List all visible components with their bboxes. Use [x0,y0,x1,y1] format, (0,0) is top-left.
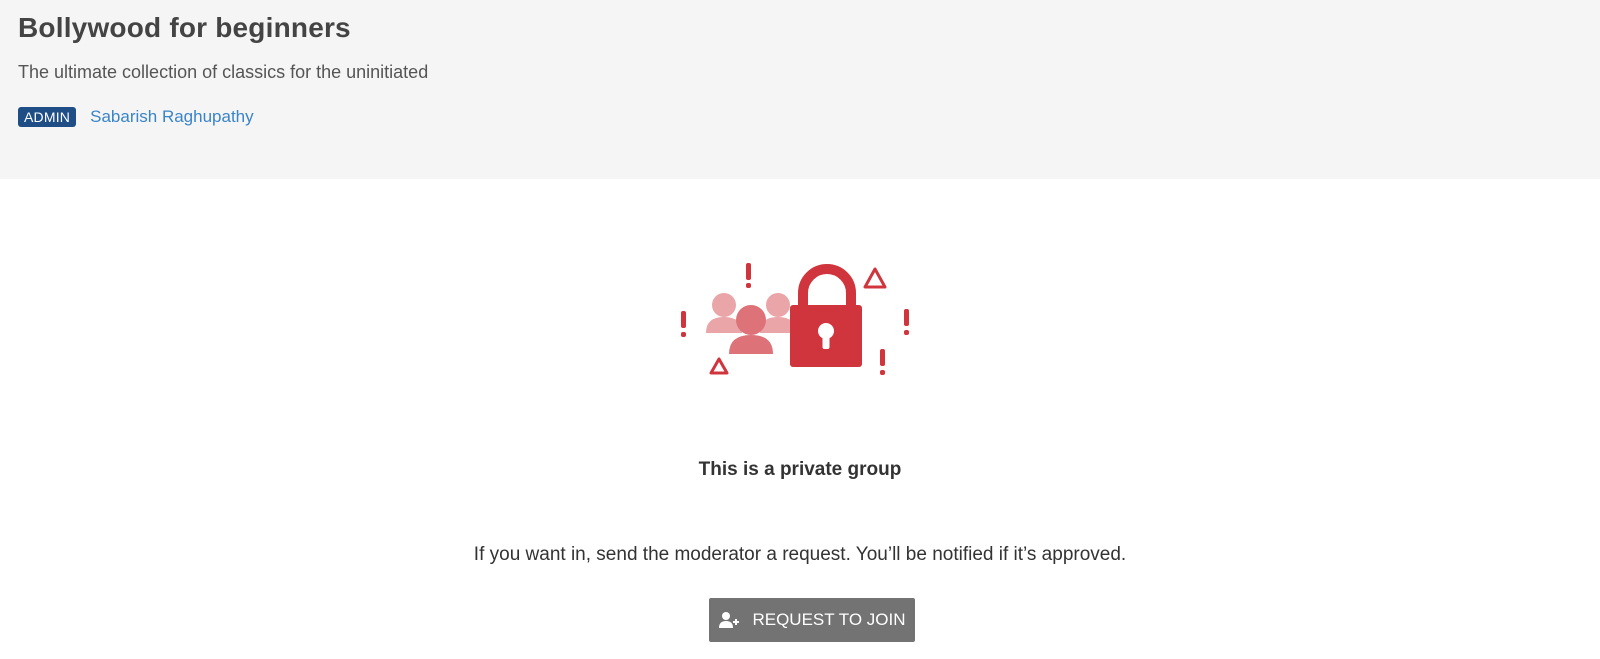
private-group-illustration [672,255,922,395]
private-group-heading: This is a private group [698,459,902,480]
group-description: The ultimate collection of classics for … [18,62,429,82]
request-to-join-button[interactable]: REQUEST TO JOIN [709,598,915,642]
request-to-join-label: REQUEST TO JOIN [752,610,906,629]
group-title: Bollywood for beginners [18,12,351,43]
admin-badge: ADMIN [18,107,77,127]
private-group-message: If you want in, send the moderator a req… [473,544,1127,565]
add-user-icon [718,611,740,629]
admin-row: ADMIN Sabarish Raghupathy [18,106,254,128]
admin-name-link[interactable]: Sabarish Raghupathy [90,107,254,127]
lock-with-people-icon [681,263,909,375]
group-header: Bollywood for beginners The ultimate col… [0,0,1600,179]
